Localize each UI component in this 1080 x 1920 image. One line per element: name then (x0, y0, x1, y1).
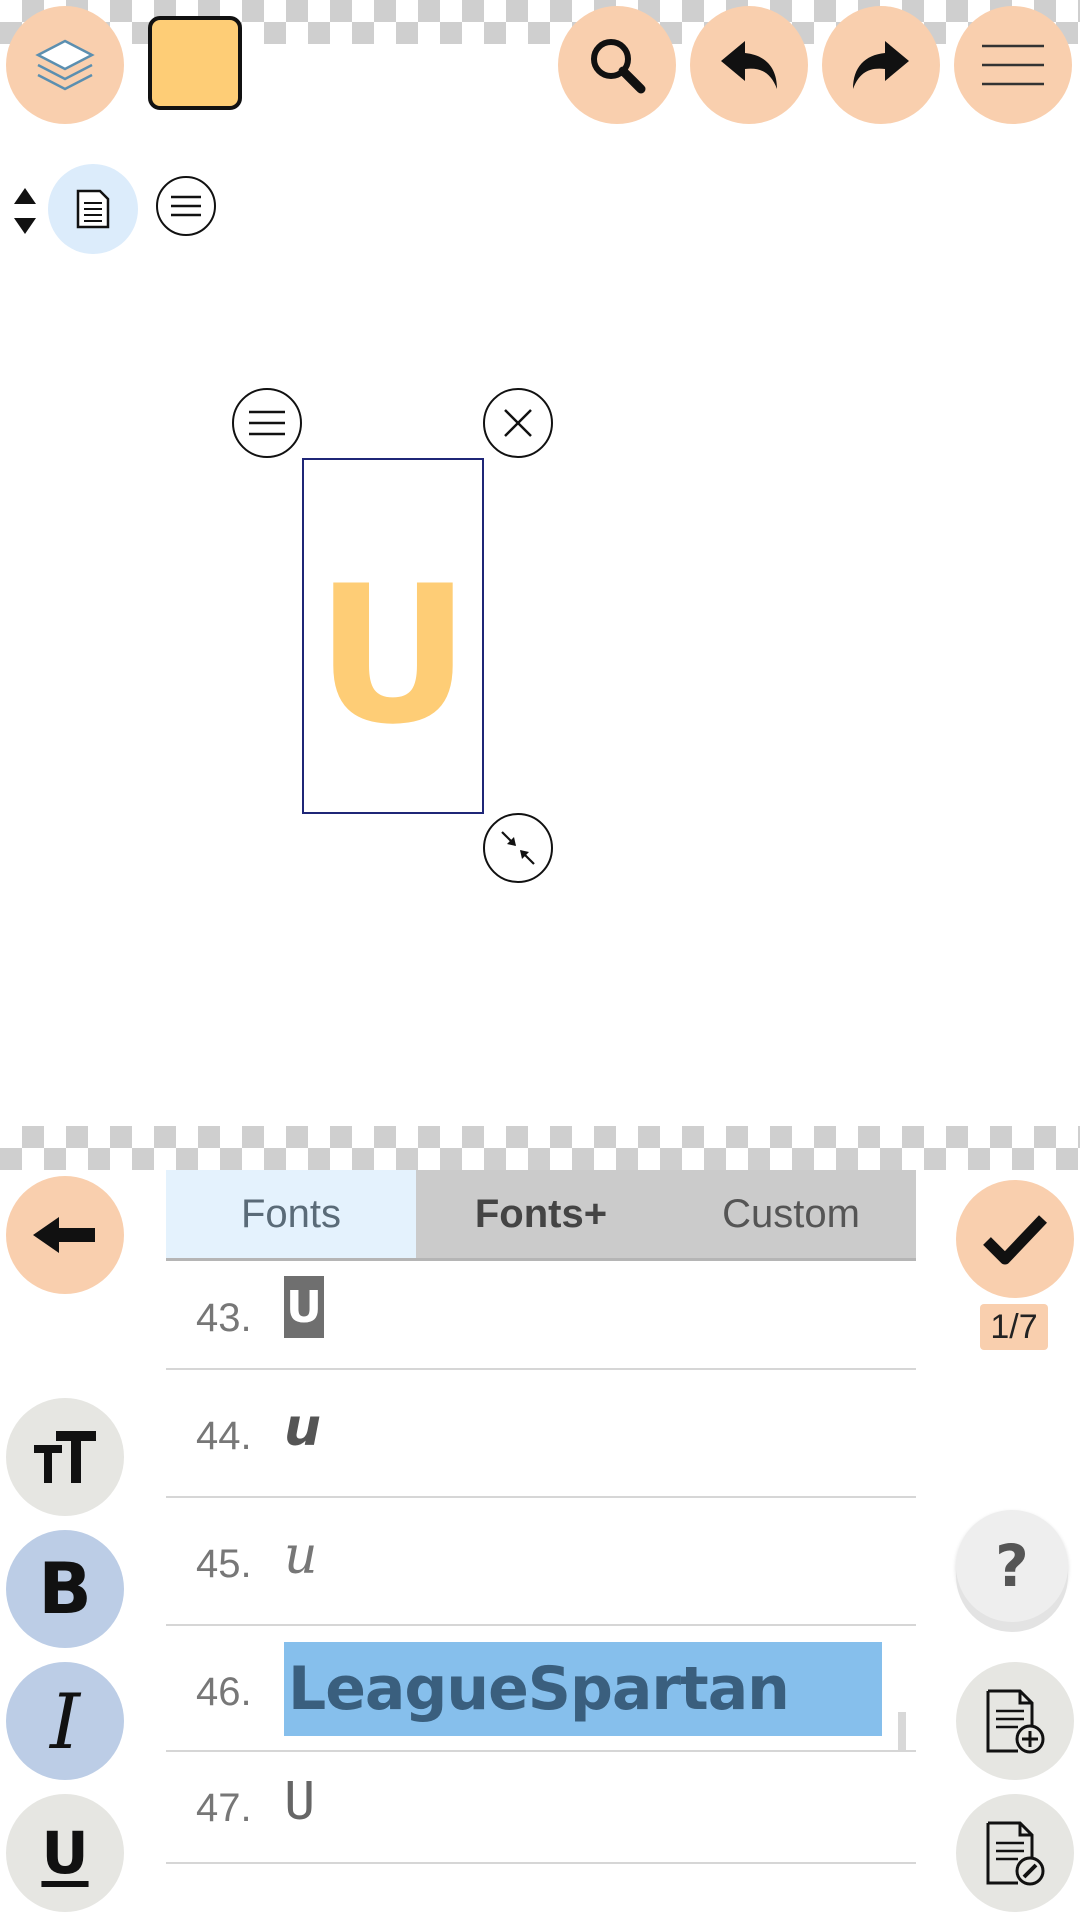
text-object-delete-handle[interactable] (483, 388, 553, 458)
list-icon (171, 195, 201, 217)
font-number: 46. (196, 1670, 252, 1714)
add-page-button[interactable] (956, 1662, 1074, 1780)
document-icon (76, 189, 110, 229)
redo-button[interactable] (822, 6, 940, 124)
confirm-button[interactable] (956, 1180, 1074, 1298)
search-button[interactable] (558, 6, 676, 124)
list-options-button[interactable] (156, 176, 216, 236)
checkmark-icon (983, 1215, 1047, 1265)
font-number: 47. (196, 1786, 252, 1830)
page-indicator: 1/7 (980, 1304, 1048, 1350)
close-icon (504, 409, 532, 437)
tab-custom[interactable]: Custom (666, 1170, 916, 1258)
font-sample: U (284, 1772, 316, 1832)
document-add-icon (986, 1689, 1045, 1754)
italic-icon: I (49, 1676, 81, 1766)
font-sample: u (284, 1526, 318, 1586)
hamburger-menu-icon (982, 44, 1044, 86)
canvas-bottom-edge (0, 1126, 1080, 1170)
help-button[interactable]: ? (956, 1510, 1068, 1622)
search-icon (591, 39, 646, 94)
undo-icon (721, 41, 777, 89)
canvas-text: U (315, 545, 471, 766)
font-tabs: Fonts Fonts+ Custom (166, 1170, 916, 1261)
color-swatch[interactable] (148, 16, 242, 110)
underline-icon: U (41, 1819, 89, 1887)
list-icon (249, 410, 285, 436)
font-number: 43. (196, 1296, 252, 1340)
font-list-item[interactable]: 47. U (166, 1752, 916, 1864)
font-list-item[interactable]: 43. U (166, 1262, 916, 1370)
edit-page-button[interactable] (956, 1794, 1074, 1912)
font-list-item[interactable]: 45. u (166, 1498, 916, 1626)
italic-button[interactable]: I (6, 1662, 124, 1780)
font-number: 44. (196, 1414, 252, 1458)
redo-icon (853, 41, 909, 89)
font-sample: LeagueSpartan (288, 1654, 790, 1724)
layers-button[interactable] (6, 6, 124, 124)
layers-icon (35, 39, 95, 91)
text-object-menu-handle[interactable] (232, 388, 302, 458)
selected-text-object[interactable]: U (302, 458, 484, 814)
menu-button[interactable] (954, 6, 1072, 124)
arrow-left-icon (33, 1217, 95, 1253)
bold-button[interactable]: B (6, 1530, 124, 1648)
underline-button[interactable]: U (6, 1794, 124, 1912)
text-size-icon (34, 1431, 96, 1483)
font-list-item[interactable]: 44. u (166, 1370, 916, 1498)
text-object-resize-handle[interactable] (483, 813, 553, 883)
help-icon: ? (995, 1532, 1029, 1600)
text-size-button[interactable] (6, 1398, 124, 1516)
font-sample-highlight: LeagueSpartan (284, 1642, 882, 1736)
undo-button[interactable] (690, 6, 808, 124)
font-sample: u (284, 1398, 322, 1458)
document-edit-icon (986, 1821, 1045, 1886)
font-sample: U (284, 1276, 324, 1338)
bold-icon: B (38, 1548, 92, 1630)
page-doc-button[interactable] (48, 164, 138, 254)
back-button[interactable] (6, 1176, 124, 1294)
font-list-item-selected[interactable]: 46. LeagueSpartan (166, 1626, 916, 1752)
font-list[interactable]: 43. U 44. u 45. u 46. LeagueSpartan 47. … (166, 1262, 916, 1864)
sort-arrows-icon (14, 188, 36, 234)
layer-order-arrows[interactable] (12, 186, 38, 236)
resize-icon (501, 831, 535, 865)
tab-fonts-plus[interactable]: Fonts+ (416, 1170, 666, 1258)
tab-fonts[interactable]: Fonts (166, 1170, 416, 1258)
font-list-scrollbar[interactable] (898, 1712, 906, 1750)
font-number: 45. (196, 1542, 252, 1586)
